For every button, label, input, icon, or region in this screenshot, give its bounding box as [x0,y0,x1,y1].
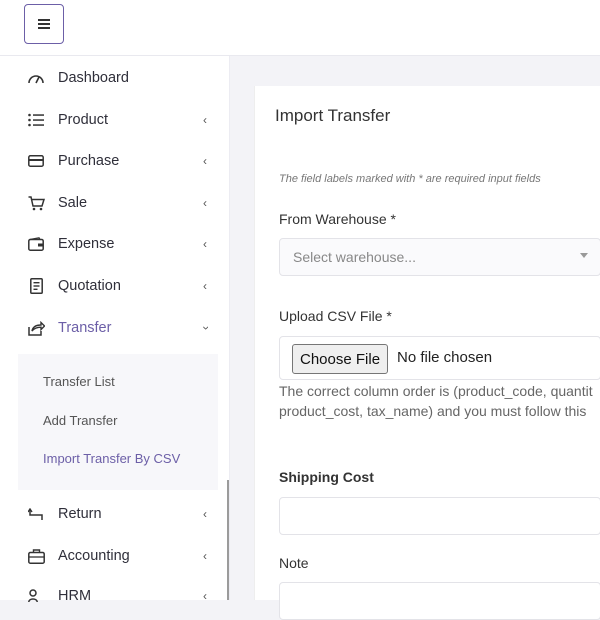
sidebar-item-dashboard[interactable]: Dashboard [0,58,229,98]
shipping-cost-label: Shipping Cost [279,469,374,485]
help-line: The correct column order is (product_cod… [279,383,593,399]
chevron-left-icon: ‹ [203,154,207,168]
from-warehouse-label: From Warehouse * [279,211,396,227]
sidebar-item-label: HRM [58,588,92,604]
sidebar-item-transfer[interactable]: Transfer ‹ [0,308,229,348]
help-line: product_cost, tax_name) and you must fol… [279,403,587,419]
sidebar-item-label: Return [58,506,102,522]
wallet-icon [27,235,45,253]
sidebar-item-sale[interactable]: Sale ‹ [0,183,229,223]
transfer-submenu: Transfer List Add Transfer Import Transf… [18,354,218,490]
share-icon [27,319,45,337]
top-bar [0,0,600,56]
chevron-left-icon: ‹ [203,549,207,563]
briefcase-icon [27,547,45,565]
sidebar-item-label: Product [58,112,108,128]
note-label: Note [279,555,309,571]
sidebar-item-label: Sale [58,195,88,211]
upload-csv-label: Upload CSV File * [279,308,392,324]
card-icon [27,152,45,170]
submenu-item-add-transfer[interactable]: Add Transfer [43,413,117,428]
sidebar-scrollbar[interactable] [227,480,229,600]
chevron-down-icon: ‹ [198,326,212,330]
sidebar-item-label: Quotation [58,278,121,294]
hamburger-icon [38,19,50,29]
csv-file-input[interactable]: Choose File No file chosen [279,336,600,380]
sidebar-item-accounting[interactable]: Accounting ‹ [0,536,229,576]
chevron-left-icon: ‹ [203,196,207,210]
sidebar-item-hrm[interactable]: HRM ‹ [0,576,229,616]
sidebar-item-label: Transfer [58,320,112,336]
cart-icon [27,194,45,212]
sidebar-item-label: Expense [58,236,115,252]
page-title: Import Transfer [275,106,391,125]
sidebar-item-label: Accounting [58,548,130,564]
sidebar-item-product[interactable]: Product ‹ [0,100,229,140]
sidebar-item-label: Dashboard [58,70,129,86]
gauge-icon [27,69,45,87]
required-fields-hint: The field labels marked with * are requi… [279,173,541,185]
warehouse-select-placeholder: Select warehouse... [293,249,416,265]
column-order-help: The correct column order is (product_cod… [279,381,600,421]
chevron-left-icon: ‹ [203,279,207,293]
import-transfer-card: Import Transfer The field labels marked … [254,86,600,620]
caret-down-icon [580,253,588,258]
shipping-cost-input[interactable] [279,497,600,535]
sidebar-item-quotation[interactable]: Quotation ‹ [0,266,229,306]
note-textarea[interactable] [279,582,600,620]
users-icon [27,587,45,605]
sidebar-item-label: Purchase [58,153,120,169]
chevron-left-icon: ‹ [203,589,207,603]
chevron-left-icon: ‹ [203,237,207,251]
chevron-left-icon: ‹ [203,507,207,521]
warehouse-select[interactable]: Select warehouse... [279,238,600,276]
submenu-item-transfer-list[interactable]: Transfer List [43,374,115,389]
sidebar: Dashboard Product ‹ Purchase ‹ Sale ‹ Ex… [0,56,230,604]
submenu-item-import-transfer-csv[interactable]: Import Transfer By CSV [43,451,180,466]
chevron-left-icon: ‹ [203,113,207,127]
return-icon [27,505,45,523]
sidebar-item-purchase[interactable]: Purchase ‹ [0,141,229,181]
list-icon [27,111,45,129]
document-icon [27,277,45,295]
menu-toggle-button[interactable] [24,4,64,44]
sidebar-item-expense[interactable]: Expense ‹ [0,224,229,264]
file-status: No file chosen [397,349,493,366]
choose-file-button[interactable]: Choose File [292,344,389,374]
sidebar-item-return[interactable]: Return ‹ [0,494,229,534]
